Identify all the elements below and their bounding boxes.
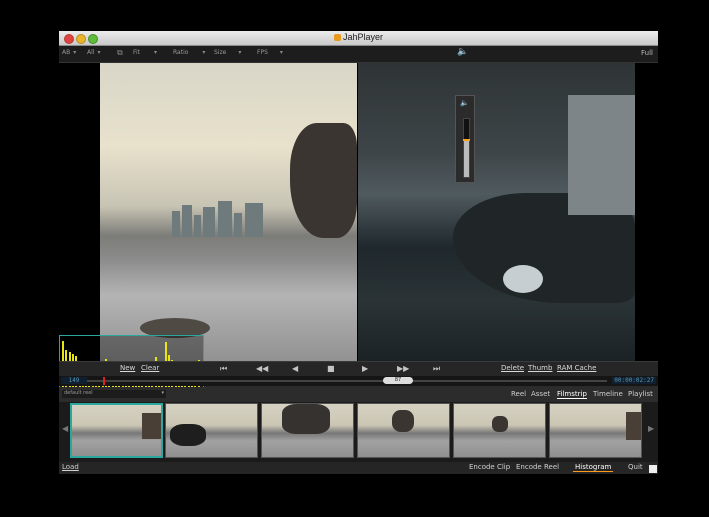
step-forward-icon[interactable]: ▶▶ <box>397 364 409 373</box>
delete-button[interactable]: Delete <box>501 364 524 372</box>
tab-filmstrip[interactable]: Filmstrip <box>557 390 587 399</box>
island-silhouette <box>290 123 357 238</box>
volume-popup-icon: 🔈 <box>460 99 469 107</box>
filmstrip-right-icon[interactable]: ▶ <box>648 424 654 433</box>
encode-reel-button[interactable]: Encode Reel <box>516 463 559 471</box>
volume-popup[interactable]: 🔈 <box>455 95 475 183</box>
filmstrip-left-icon[interactable]: ◀ <box>62 424 68 433</box>
start-frame: 149 <box>61 377 87 384</box>
fit-select-label: Fit <box>133 49 141 56</box>
asset-panel: default reel ▾ Reel Asset Filmstrip Timel… <box>59 387 658 474</box>
encode-clip-button[interactable]: Encode Clip <box>469 463 510 471</box>
timeline-track[interactable] <box>87 380 607 382</box>
ab-select-label: AB <box>62 49 71 56</box>
ratio-select[interactable]: Ratio ▾ <box>173 49 205 56</box>
ratio-select-label: Ratio <box>173 49 189 56</box>
fit-select[interactable]: Fit ▾ <box>133 49 157 56</box>
end-timecode: 00:00:02:27 <box>612 377 656 384</box>
skyline-b <box>182 205 192 237</box>
window-title-text: JahPlayer <box>342 32 384 42</box>
volume-knob[interactable] <box>463 139 470 142</box>
thumb-object <box>492 416 508 432</box>
all-select-label: All <box>87 49 95 56</box>
bottom-bar: Load Encode Clip Encode Reel Histogram Q… <box>59 462 658 474</box>
filmstrip: ◀ ▶ <box>59 402 658 462</box>
new-button[interactable]: New <box>120 364 135 372</box>
play-icon[interactable]: ▶ <box>362 364 368 373</box>
size-select[interactable]: Size ▾ <box>214 49 241 56</box>
thumb-object <box>626 412 641 440</box>
compare-icon[interactable]: ⧉ <box>117 48 123 58</box>
play-reverse-icon[interactable]: ◀ <box>292 364 298 373</box>
toolbar: AB ▾ All ▾ ⧉ Fit ▾ Ratio ▾ Size ▾ FPS ▾ 🔈 Full <box>59 46 658 63</box>
histogram-button[interactable]: Histogram <box>572 463 614 472</box>
clip-b-image <box>358 63 635 361</box>
wave-splash <box>503 265 543 293</box>
fps-select[interactable]: FPS ▾ <box>257 49 283 56</box>
fps-select-label: FPS <box>257 49 268 56</box>
filmstrip-thumb[interactable] <box>357 403 450 458</box>
filmstrip-thumb[interactable] <box>549 403 642 458</box>
volume-icon[interactable]: 🔈 <box>457 47 468 57</box>
reel-select-label: default reel <box>64 390 93 396</box>
app-icon <box>333 34 341 41</box>
tab-timeline[interactable]: Timeline <box>593 390 623 398</box>
title-bar: JahPlayer <box>59 31 658 46</box>
skyline-f <box>234 213 242 237</box>
skyline-g <box>245 203 263 237</box>
tab-playlist[interactable]: Playlist <box>628 390 653 398</box>
ab-select[interactable]: AB ▾ <box>62 49 76 56</box>
filmstrip-thumb[interactable] <box>261 403 354 458</box>
building <box>568 95 635 215</box>
frame-marker[interactable]: 87 <box>383 377 413 384</box>
skyline-e <box>218 201 232 237</box>
viewer[interactable]: 🔈 <box>59 63 658 393</box>
transport-bar: New Clear ⏮ ◀◀ ◀ ■ ▶ ▶▶ ⏭ Delete Thumb R… <box>59 361 658 376</box>
quit-button[interactable]: Quit <box>628 463 643 471</box>
playhead[interactable] <box>103 377 105 385</box>
tab-reel[interactable]: Reel <box>511 390 526 398</box>
resize-handle[interactable] <box>649 465 657 473</box>
clip-a-image <box>100 63 357 361</box>
stop-icon[interactable]: ■ <box>327 364 335 373</box>
filmstrip-thumb[interactable] <box>70 403 163 458</box>
all-select[interactable]: All ▾ <box>87 49 100 56</box>
skyline-c <box>194 215 201 237</box>
tab-asset[interactable]: Asset <box>531 390 550 398</box>
volume-fill <box>464 141 469 177</box>
thumb-button[interactable]: Thumb <box>528 364 552 372</box>
jump-start-icon[interactable]: ⏮ <box>220 364 227 374</box>
load-button[interactable]: Load <box>62 463 79 471</box>
size-select-label: Size <box>214 49 227 56</box>
skyline-d <box>203 207 215 237</box>
reel-select[interactable]: default reel ▾ <box>62 390 166 398</box>
thumb-object <box>282 404 330 434</box>
filmstrip-thumb[interactable] <box>165 403 258 458</box>
thumb-object <box>142 413 161 439</box>
volume-slider[interactable] <box>463 118 470 178</box>
skyline <box>172 211 180 237</box>
clear-button[interactable]: Clear <box>141 364 159 372</box>
ram-cache-button[interactable]: RAM Cache <box>557 364 596 372</box>
filmstrip-thumb[interactable] <box>453 403 546 458</box>
window-title: JahPlayer <box>59 32 658 42</box>
step-back-icon[interactable]: ◀◀ <box>256 364 268 373</box>
player-window: JahPlayer AB ▾ All ▾ ⧉ Fit ▾ Ratio ▾ Size ▾ F… <box>59 31 658 474</box>
jump-end-icon[interactable]: ⏭ <box>433 364 440 374</box>
thumb-object <box>170 424 206 446</box>
thumb-object <box>392 410 414 432</box>
full-button[interactable]: Full <box>641 49 653 57</box>
timeline-scrubber[interactable]: 149 87 00:00:02:27 <box>59 376 658 386</box>
